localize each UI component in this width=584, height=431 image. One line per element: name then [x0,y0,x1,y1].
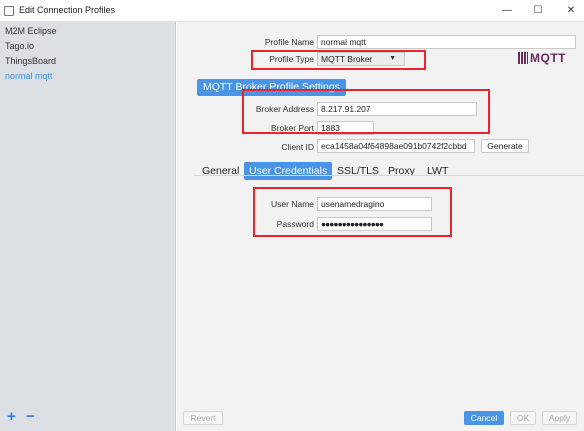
profiles-sidebar: M2M Eclipse Tago.io ThingsBoard normal m… [0,22,176,431]
sidebar-item-tago-io[interactable]: Tago.io [5,41,34,51]
app-icon [4,6,14,16]
credentials-highlight [253,187,452,237]
cancel-button[interactable]: Cancel [464,411,504,425]
tab-ssl-tls[interactable]: SSL/TLS [337,162,379,180]
close-icon[interactable]: ✕ [564,4,578,18]
mqtt-logo: MQTT [518,51,576,65]
generate-button[interactable]: Generate [481,139,529,153]
ok-button[interactable]: OK [510,411,536,425]
tab-user-credentials[interactable]: User Credentials [244,162,333,180]
mqtt-logo-text: MQTT [530,51,566,65]
revert-button[interactable]: Revert [183,411,223,425]
profile-name-label: Profile Name [264,37,314,47]
minimize-icon[interactable]: — [500,4,514,18]
maximize-icon[interactable]: ☐ [531,4,545,18]
client-id-label: Client ID [281,142,314,152]
add-profile-icon[interactable]: + [7,408,16,425]
mqtt-logo-mark [518,52,528,64]
tabs-divider [194,175,584,176]
apply-button[interactable]: Apply [542,411,577,425]
sidebar-item-normal-mqtt[interactable]: normal mqtt [5,71,53,81]
title-bar: Edit Connection Profiles — ☐ ✕ [0,0,584,22]
broker-settings-highlight [242,89,490,134]
sidebar-item-m2m-eclipse[interactable]: M2M Eclipse [5,26,57,36]
client-id-input[interactable]: eca1458a04f64898ae091b0742f2cbbd [317,139,475,153]
tab-lwt[interactable]: LWT [427,162,448,180]
window-title: Edit Connection Profiles [19,5,116,15]
sidebar-item-thingsboard[interactable]: ThingsBoard [5,56,56,66]
tab-proxy[interactable]: Proxy [388,162,415,180]
profile-type-highlight [251,50,426,70]
remove-profile-icon[interactable]: − [26,408,35,425]
tab-general[interactable]: General [202,162,239,180]
profile-name-input[interactable]: normal mqtt [317,35,576,49]
